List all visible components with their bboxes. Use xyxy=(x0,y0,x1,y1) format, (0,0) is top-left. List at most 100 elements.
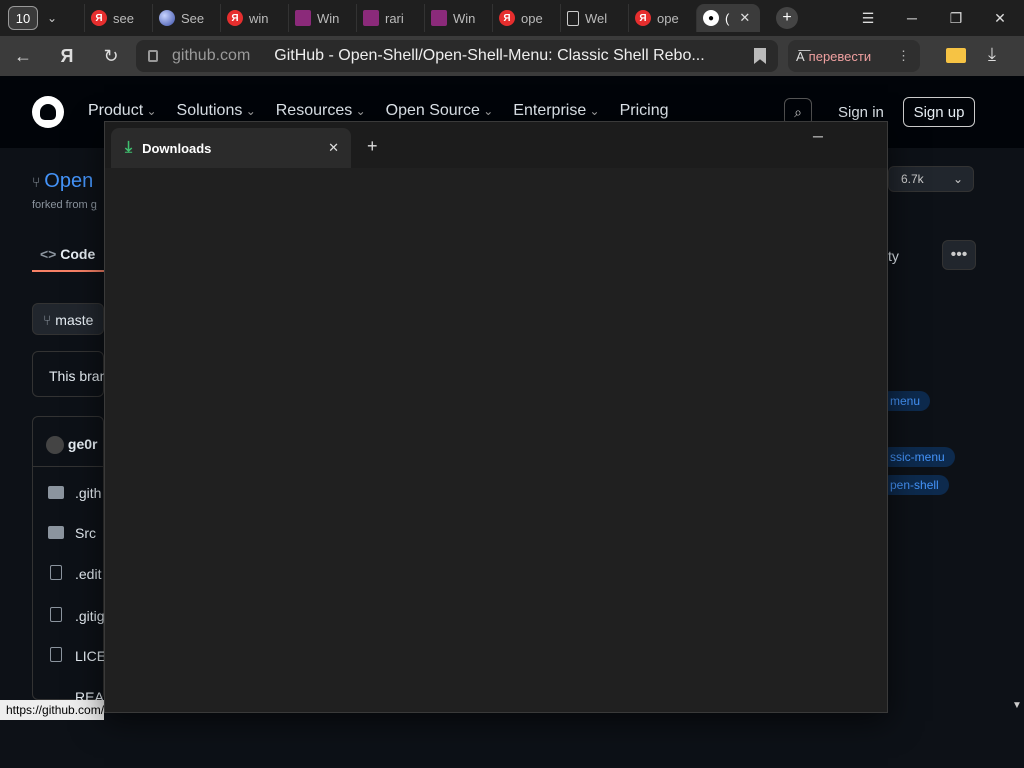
file-row-name[interactable]: .edit xyxy=(75,566,101,582)
lock-icon[interactable] xyxy=(148,50,158,62)
kebab-menu-icon[interactable]: ⋮ xyxy=(897,48,910,64)
repo-tab-fragment[interactable]: ty xyxy=(888,248,899,264)
browser-address-bar-row: ← Я ↻ github.com GitHub - Open-Shell/Ope… xyxy=(0,36,1024,76)
explorer-tab[interactable]: ⤓ Downloads ✕ xyxy=(111,128,351,168)
winrar-icon xyxy=(431,10,447,26)
browser-tab-label: ope xyxy=(657,10,679,26)
browser-tab-label: rari xyxy=(385,10,404,26)
close-icon[interactable]: ✕ xyxy=(980,6,1020,30)
scroll-down-icon[interactable]: ▼ xyxy=(1012,700,1022,711)
commit-author[interactable]: ge0r xyxy=(46,436,98,455)
file-row-name[interactable]: .gitig xyxy=(75,608,105,624)
file-row-name[interactable]: LICE xyxy=(75,648,106,664)
browser-tab[interactable]: Wel xyxy=(560,4,613,32)
tab-list-icon[interactable]: ☰ xyxy=(848,6,888,30)
github-nav-resources[interactable]: Resources xyxy=(276,102,366,120)
github-nav-enterprise[interactable]: Enterprise xyxy=(513,102,599,120)
github-nav-pricing[interactable]: Pricing xyxy=(620,102,669,120)
browser-tab-label: See xyxy=(181,10,205,26)
winrar-icon xyxy=(363,10,379,26)
winrar-icon xyxy=(295,10,311,26)
explorer-titlebar: ⤓ Downloads ✕ + ─ xyxy=(105,122,887,168)
commit-author-name: ge0r xyxy=(67,436,98,452)
reload-icon[interactable]: ↻ xyxy=(98,44,124,68)
avatar xyxy=(46,436,64,455)
sign-in-link[interactable]: Sign in xyxy=(838,104,884,121)
code-tab-underline xyxy=(32,270,104,272)
translate-icon: A͞ xyxy=(796,48,805,64)
yandex-icon: Я xyxy=(635,10,651,26)
github-nav: Product Solutions Resources Open Source … xyxy=(88,102,669,120)
browser-tab-label: Wel xyxy=(585,10,608,26)
topic-tag[interactable]: pen-shell xyxy=(880,475,949,495)
translate-button[interactable]: A͞ перевести ⋮ xyxy=(788,40,920,72)
new-tab-button[interactable]: + xyxy=(776,7,798,29)
github-nav-open-source[interactable]: Open Source xyxy=(386,102,494,120)
explorer-tab-title: Downloads xyxy=(142,140,212,156)
tab-counter-button[interactable]: 10 xyxy=(8,6,38,30)
more-options-icon[interactable]: ••• xyxy=(942,240,976,270)
github-nav-product[interactable]: Product xyxy=(88,102,157,120)
browser-tab-active[interactable]: ● (✕ xyxy=(696,4,760,32)
browser-tab[interactable]: rari xyxy=(356,4,410,32)
document-icon xyxy=(567,10,579,26)
branch-notice-text: This bran xyxy=(49,368,108,384)
branch-notice: This bran xyxy=(32,351,108,397)
download-icon: ⤓ xyxy=(125,139,133,156)
address-page-title: GitHub - Open-Shell/Open-Shell-Menu: Cla… xyxy=(274,47,705,64)
minimize-icon[interactable]: ─ xyxy=(892,6,932,30)
close-tab-icon[interactable]: ✕ xyxy=(328,140,339,156)
browser-tab[interactable]: See xyxy=(152,4,210,32)
forked-from: forked from g xyxy=(32,199,97,211)
browser-tab[interactable]: Win xyxy=(288,4,345,32)
file-explorer-window: ⤓ Downloads ✕ + ─ xyxy=(104,121,888,713)
forked-from-link[interactable]: g xyxy=(91,199,97,211)
star-count: 6.7k xyxy=(901,172,924,186)
yandex-icon: Я xyxy=(499,10,515,26)
forked-from-text: forked from xyxy=(32,199,88,211)
back-arrow-icon[interactable]: ← xyxy=(10,44,36,68)
chevron-down-icon[interactable]: ⌄ xyxy=(40,6,64,30)
sign-up-button[interactable]: Sign up xyxy=(903,97,975,127)
code-tab[interactable]: <> Code xyxy=(40,246,95,262)
github-logo-icon[interactable] xyxy=(32,96,64,128)
github-nav-solutions[interactable]: Solutions xyxy=(177,102,256,120)
branch-label: maste xyxy=(55,312,94,328)
branch-select[interactable]: ⑂ maste xyxy=(32,303,104,335)
hidden-placeholder-200 xyxy=(795,128,841,156)
browser-tab-label: see xyxy=(113,10,134,26)
code-icon: <> xyxy=(40,246,61,262)
browser-tab[interactable]: Win xyxy=(424,4,481,32)
browser-tab[interactable]: Яope xyxy=(492,4,549,32)
code-tab-label: Code xyxy=(60,246,96,262)
browser-tab-label: Win xyxy=(317,10,340,26)
yandex-home-icon[interactable]: Я xyxy=(54,44,80,68)
file-icon xyxy=(50,565,62,580)
browser-tab[interactable]: Яsee xyxy=(84,4,140,32)
link-status-url: https://github.com/ xyxy=(0,700,104,720)
address-host: github.com xyxy=(172,47,251,64)
address-input[interactable]: github.com GitHub - Open-Shell/Open-Shel… xyxy=(136,40,778,72)
orb-icon xyxy=(159,10,175,26)
restore-icon[interactable]: ❐ xyxy=(936,6,976,30)
file-row-name[interactable]: .gith xyxy=(75,485,101,501)
collections-folder-icon[interactable] xyxy=(946,48,966,63)
close-tab-icon[interactable]: ✕ xyxy=(739,10,750,26)
repo-name[interactable]: ⑂ Open xyxy=(32,170,93,193)
download-icon[interactable]: ⤓ xyxy=(988,44,996,65)
star-count-badge[interactable]: 6.7k ⌄ xyxy=(888,166,974,192)
chevron-down-icon: ⌄ xyxy=(952,172,963,186)
repo-name-text: Open xyxy=(44,170,94,192)
new-tab-button[interactable]: + xyxy=(367,136,378,157)
browser-tab-label: ( xyxy=(725,10,730,26)
browser-tab[interactable]: Яope xyxy=(628,4,685,32)
yandex-icon: Я xyxy=(91,10,107,26)
browser-tab[interactable]: Яwin xyxy=(220,4,275,32)
file-icon xyxy=(50,607,62,622)
bookmark-icon[interactable] xyxy=(754,48,766,64)
divider xyxy=(32,466,104,467)
file-row-name[interactable]: Src xyxy=(75,525,96,541)
yandex-icon: Я xyxy=(227,10,243,26)
file-icon xyxy=(50,647,62,662)
topic-tag[interactable]: ssic-menu xyxy=(880,447,955,467)
